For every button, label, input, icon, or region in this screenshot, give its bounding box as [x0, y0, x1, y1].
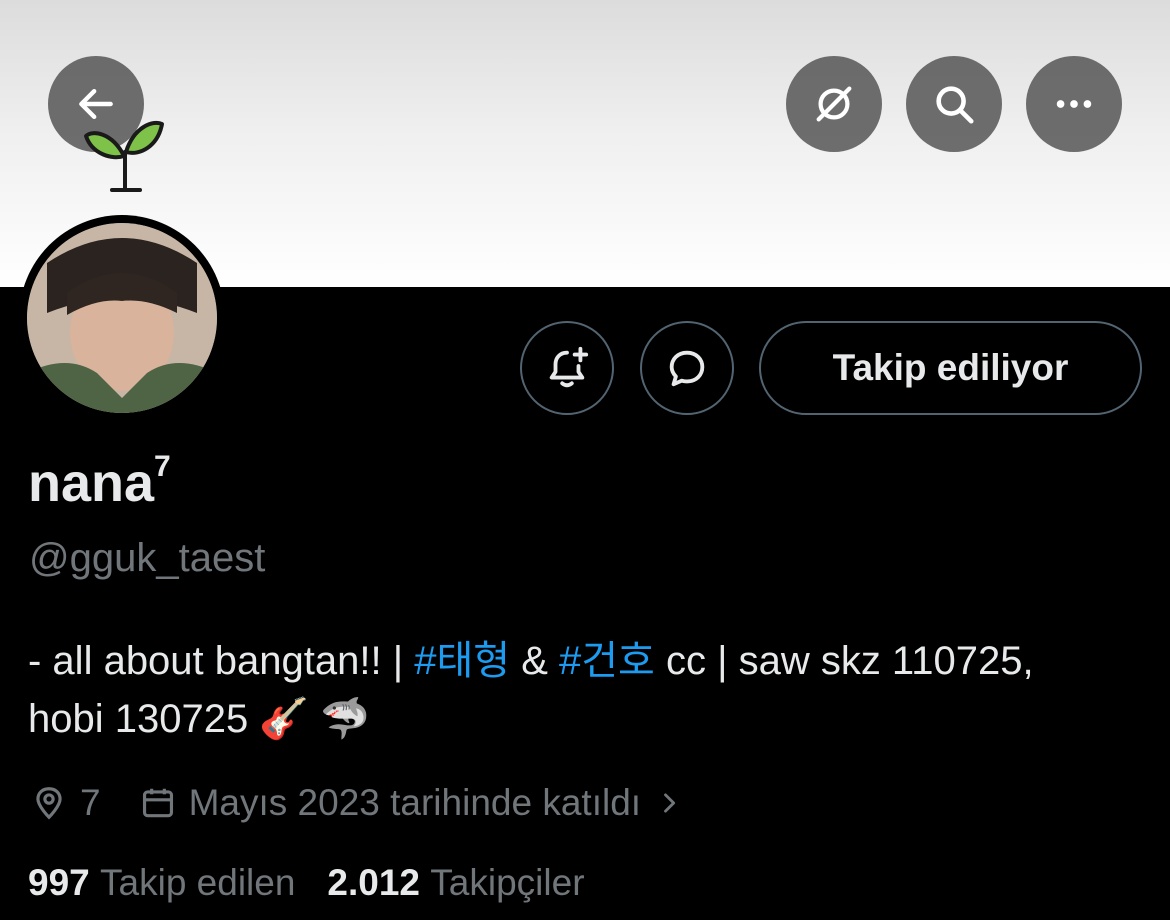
search-button[interactable]	[906, 56, 1002, 152]
following-button-label: Takip ediliyor	[832, 347, 1069, 388]
location-icon	[30, 783, 68, 823]
hashtag-link[interactable]: #태형	[414, 639, 510, 683]
notify-button[interactable]	[520, 321, 614, 415]
following-link[interactable]: 997 Takip edilen	[28, 862, 295, 904]
calendar-icon	[139, 783, 177, 823]
bell-plus-icon	[549, 346, 589, 388]
hashtag-link[interactable]: #건호	[559, 639, 655, 683]
message-icon	[669, 350, 705, 387]
more-icon	[1056, 100, 1092, 108]
grok-icon	[816, 86, 852, 122]
display-name: nana7	[28, 450, 171, 513]
profile-bio: - all about bangtan!! | #태형 & #건호 cc | s…	[28, 639, 1034, 741]
user-handle: @gguk_taest	[29, 536, 266, 580]
more-button[interactable]	[1026, 56, 1122, 152]
location-text: 7	[80, 782, 101, 823]
chevron-right-icon[interactable]	[655, 786, 683, 820]
profile-meta: 7 Mayıs 2023 tarihinde katıldı	[30, 778, 683, 828]
avatar[interactable]	[19, 215, 225, 421]
search-icon	[936, 86, 974, 124]
followers-link[interactable]: 2.012 Takipçiler	[327, 862, 584, 904]
grok-button[interactable]	[786, 56, 882, 152]
following-button[interactable]: Takip ediliyor	[759, 321, 1142, 415]
joined-date[interactable]: Mayıs 2023 tarihinde katıldı	[189, 782, 641, 824]
message-button[interactable]	[640, 321, 734, 415]
avatar-image	[27, 223, 217, 413]
follow-stats: 997 Takip edilen 2.012 Takipçiler	[28, 862, 585, 904]
seedling-icon	[84, 120, 164, 192]
